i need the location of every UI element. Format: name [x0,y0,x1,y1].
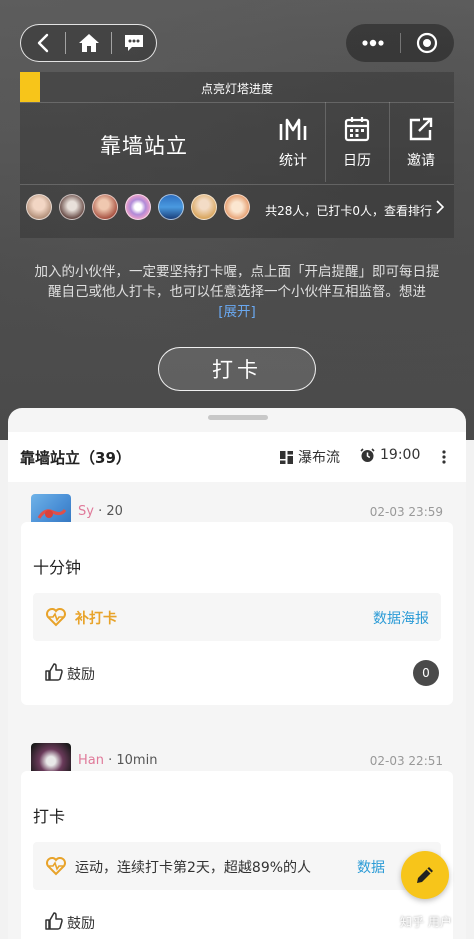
lighthouse-progress-label[interactable]: 点亮灯塔进度 [20,80,454,97]
thumbs-up-icon [45,663,63,681]
data-poster-link[interactable]: 数据海报 [373,608,429,628]
member-avatar [26,194,52,220]
expand-link[interactable]: [展开] [218,304,256,320]
member-avatar [191,194,217,220]
calendar-icon [344,117,370,142]
stats-button[interactable]: 统计 [262,110,324,172]
post-content: 打卡 [33,807,66,826]
home-button[interactable] [66,25,110,61]
checkin-button[interactable]: 打卡 [158,347,316,391]
grid-icon [280,450,293,464]
chevron-right-icon [436,200,444,214]
post-time: 02-03 22:51 [369,754,443,768]
checkin-post: Han · 10min 02-03 22:51 打卡 运动，连续打卡第2天，超越… [8,735,466,939]
encourage-count: 0 [413,660,439,686]
post-stat-row[interactable]: 补打卡 数据海报 [33,593,441,641]
more-options-button[interactable] [346,24,400,62]
group-info-panel: 点亮灯塔进度 靠墙站立 统计 日历 邀请 共28人，已打卡0人，查看排行 [20,72,454,238]
member-avatar [125,194,151,220]
nav-capsule [20,24,157,62]
member-avatars[interactable] [26,194,257,222]
watermark: 知乎 用户 [400,915,452,929]
feed-more-button[interactable] [434,446,454,468]
invite-label: 邀请 [407,153,435,169]
member-avatar [59,194,85,220]
members-summary[interactable]: 共28人，已打卡0人，查看排行 [265,202,432,219]
hero-banner: 点亮灯塔进度 靠墙站立 统计 日历 邀请 共28人，已打卡0人，查看排行 加入的… [0,0,474,440]
encourage-button[interactable]: 鼓励 [67,664,95,684]
username[interactable]: Sy [78,504,94,519]
pencil-icon [417,867,433,883]
member-avatar [158,194,184,220]
calendar-button[interactable]: 日历 [326,110,388,172]
post-stat: · 20 [93,504,123,519]
heart-pulse-icon [46,608,66,627]
encourage-button[interactable]: 鼓励 [67,913,95,933]
view-mode-toggle[interactable]: 瀑布流 [280,447,340,467]
feed-title: 靠墙站立（39） [20,449,131,467]
post-card[interactable]: 十分钟 补打卡 数据海报 鼓励 0 [21,522,453,705]
post-stat-row[interactable]: 运动，连续打卡第2天，超越89%的人 数据 [33,842,441,890]
post-meta: Sy · 20 [78,504,123,519]
chevron-left-icon [37,33,49,53]
calendar-label: 日历 [343,153,371,169]
alarm-clock-icon [360,447,375,462]
miniapp-capsule [346,24,454,62]
stat-text: 补打卡 [75,611,117,627]
share-icon [409,117,433,141]
view-mode-label: 瀑布流 [298,450,340,466]
encourage-row: 鼓励 0 [33,652,441,696]
close-miniapp-button[interactable] [401,24,455,62]
back-button[interactable] [21,25,65,61]
stats-icon [279,118,307,140]
post-content: 十分钟 [33,558,82,577]
group-name: 靠墙站立 [100,134,188,158]
member-avatar [224,194,250,220]
checkin-post: Sy · 20 02-03 23:59 十分钟 补打卡 数据海报 鼓励 0 [8,486,466,711]
home-icon [78,34,99,52]
chat-button[interactable] [112,25,156,61]
stat-text: 运动，连续打卡第2天，超越89%的人 [75,860,312,876]
post-time: 02-03 23:59 [369,505,443,519]
data-poster-link[interactable]: 数据 [357,857,385,877]
thumbs-up-icon [45,912,63,930]
heart-pulse-icon [46,857,66,876]
dots-icon [362,39,384,47]
post-meta: Han · 10min [78,753,157,768]
username[interactable]: Han [78,753,104,768]
feed-sheet: 靠墙站立（39） 瀑布流 19:00 Sy · 20 02-03 23:59 十… [8,408,466,939]
invite-button[interactable]: 邀请 [390,110,452,172]
post-stat: · 10min [103,753,158,768]
vertical-dots-icon [442,450,446,464]
stats-label: 统计 [279,153,307,169]
sheet-drag-handle[interactable] [208,415,268,420]
feed-header: 靠墙站立（39） 瀑布流 19:00 [8,432,466,482]
compose-fab[interactable] [401,851,449,899]
member-avatar [92,194,118,220]
group-intro: 加入的小伙伴，一定要坚持打卡喔，点上面「开启提醒」即可每日提醒自己或他人打卡，也… [30,262,444,322]
reminder-time-button[interactable]: 19:00 [360,447,420,463]
post-card[interactable]: 打卡 运动，连续打卡第2天，超越89%的人 数据 鼓励 [21,771,453,939]
target-circle-icon [417,32,438,54]
reminder-time: 19:00 [380,447,421,463]
chat-bubble-icon [124,35,143,51]
intro-text: 加入的小伙伴，一定要坚持打卡喔，点上面「开启提醒」即可每日提醒自己或他人打卡，也… [34,264,440,300]
encourage-row: 鼓励 [33,901,441,939]
